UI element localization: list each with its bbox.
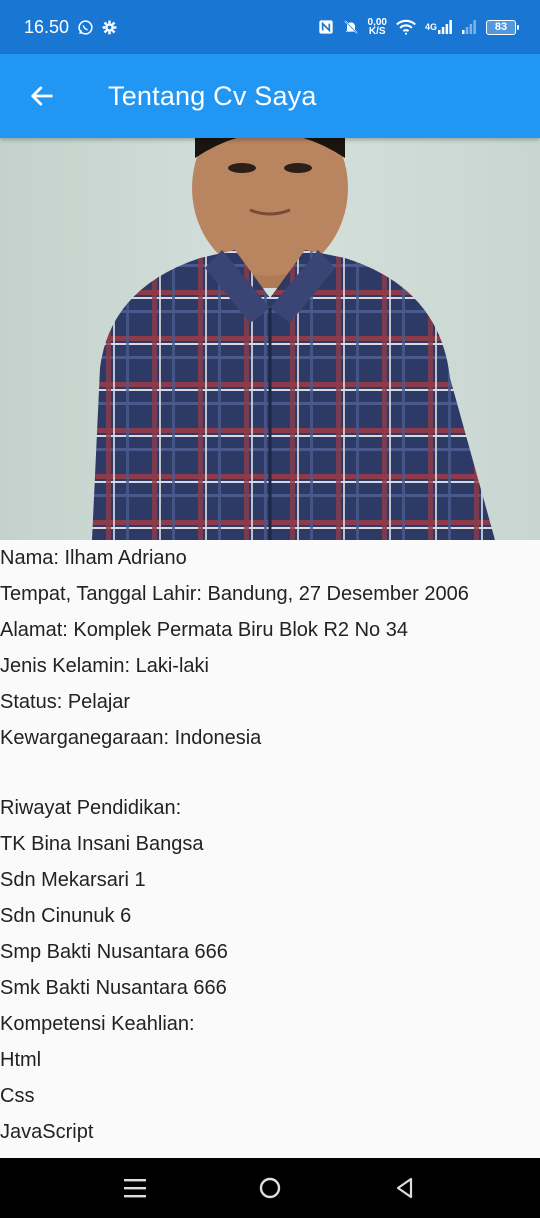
education-item: Sdn Cinunuk 6 <box>0 905 132 927</box>
info-address: Alamat: Komplek Permata Biru Blok R2 No … <box>0 619 408 641</box>
settings-gear-icon <box>102 20 117 35</box>
status-bar: 16.50 0,00 K/S 4G 83 <box>0 0 540 54</box>
cv-content[interactable]: Nama: Ilham Adriano Tempat, Tanggal Lahi… <box>0 138 540 1158</box>
info-nationality: Kewarganegaraan: Indonesia <box>0 727 262 749</box>
nfc-icon <box>318 19 334 35</box>
home-circle-icon <box>259 1177 281 1199</box>
home-button[interactable] <box>203 1158 338 1218</box>
education-item: Smk Bakti Nusantara 666 <box>0 977 227 999</box>
education-item: Smp Bakti Nusantara 666 <box>0 941 228 963</box>
profile-photo <box>0 138 540 540</box>
back-triangle-icon <box>396 1177 413 1199</box>
system-nav-bar <box>0 1158 540 1218</box>
info-status: Status: Pelajar <box>0 691 131 713</box>
skill-item: Html <box>0 1049 42 1071</box>
skills-heading: Kompetensi Keahlian: <box>0 1013 195 1035</box>
personal-info: Nama: Ilham Adriano Tempat, Tanggal Lahi… <box>0 540 540 756</box>
info-gender: Jenis Kelamin: Laki-laki <box>0 655 209 677</box>
page-title: Tentang Cv Saya <box>108 80 317 111</box>
recents-button[interactable] <box>68 1158 203 1218</box>
status-left: 16.50 <box>24 17 117 38</box>
speed-unit: K/S <box>368 26 386 37</box>
app-bar: Tentang Cv Saya <box>0 54 540 138</box>
info-name: Nama: Ilham Adriano <box>0 547 187 569</box>
whatsapp-icon <box>77 19 94 36</box>
mute-bell-icon <box>343 19 359 35</box>
skill-item: Flutter <box>0 1150 540 1158</box>
signal-weak-icon <box>461 20 477 34</box>
education-section: Riwayat Pendidikan: TK Bina Insani Bangs… <box>0 790 540 1006</box>
network-speed: 0,00 K/S <box>368 18 387 37</box>
back-nav-button[interactable] <box>338 1158 473 1218</box>
education-item: TK Bina Insani Bangsa <box>0 833 204 855</box>
skill-item: Css <box>0 1085 35 1107</box>
network-type: 4G <box>424 22 437 32</box>
wifi-icon <box>396 19 416 35</box>
info-birth: Tempat, Tanggal Lahir: Bandung, 27 Desem… <box>0 583 469 605</box>
arrow-left-icon <box>31 86 53 106</box>
signal-4g-icon: 4G <box>425 20 452 34</box>
battery-icon: 83 <box>486 19 519 35</box>
menu-icon <box>124 1179 146 1198</box>
status-right: 0,00 K/S 4G 83 <box>318 18 519 37</box>
skills-section: Kompetensi Keahlian: Html Css JavaScript… <box>0 1006 540 1158</box>
status-time: 16.50 <box>24 16 70 37</box>
education-heading: Riwayat Pendidikan: <box>0 797 182 819</box>
education-item: Sdn Mekarsari 1 <box>0 869 146 891</box>
back-button[interactable] <box>0 54 84 138</box>
skill-item: JavaScript <box>0 1121 94 1143</box>
battery-level: 83 <box>494 21 508 33</box>
